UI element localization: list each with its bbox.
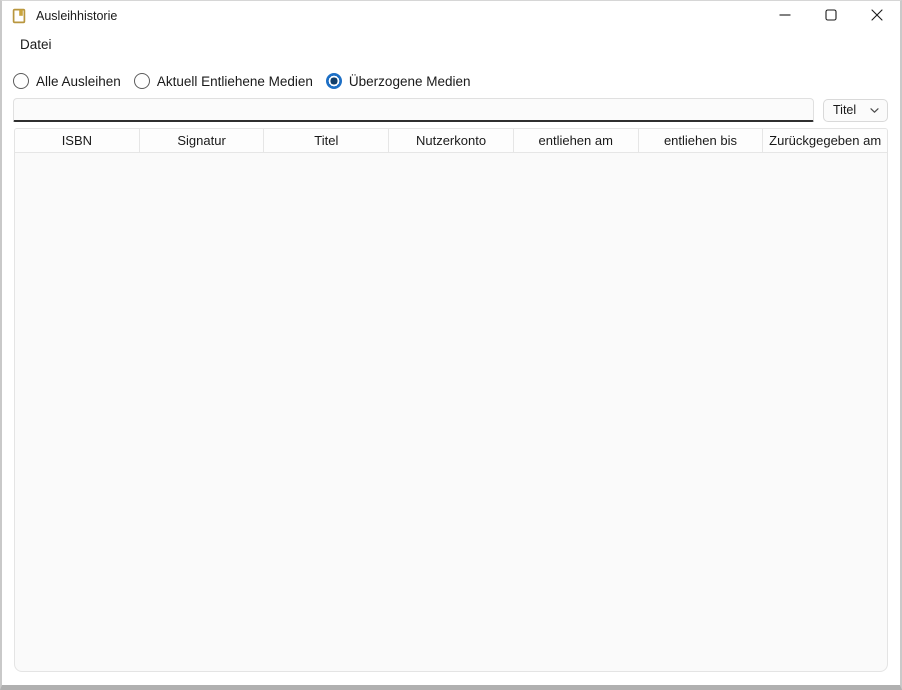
column-header-entliehen-am[interactable]: entliehen am [514,129,639,152]
close-button[interactable] [854,1,900,31]
column-header-zurueckgegeben-am[interactable]: Zurückgegeben am [763,129,887,152]
window-controls [762,1,900,31]
radio-label: Überzogene Medien [349,74,471,89]
column-header-isbn[interactable]: ISBN [15,129,140,152]
app-window: Ausleihhistorie Datei [0,0,902,690]
search-input[interactable] [13,98,814,122]
loan-history-table: ISBN Signatur Titel Nutzerkonto entliehe… [14,128,888,672]
radio-circle-icon[interactable] [13,73,29,89]
minimize-icon [779,9,791,24]
sort-field-selected-value: Titel [833,103,856,117]
minimize-button[interactable] [762,1,808,31]
radio-ueberzogene-medien[interactable]: Überzogene Medien [326,73,471,89]
sort-field-dropdown[interactable]: Titel [823,99,888,122]
radio-label: Alle Ausleihen [36,74,121,89]
filter-radio-group: Alle Ausleihen Aktuell Entliehene Medien… [13,71,900,91]
table-header-row: ISBN Signatur Titel Nutzerkonto entliehe… [15,129,887,153]
column-header-titel[interactable]: Titel [264,129,389,152]
radio-label: Aktuell Entliehene Medien [157,74,313,89]
maximize-button[interactable] [808,1,854,31]
radio-aktuell-entliehene-medien[interactable]: Aktuell Entliehene Medien [134,73,313,89]
menu-item-datei[interactable]: Datei [11,34,61,55]
window-title: Ausleihhistorie [36,9,117,23]
search-row: Titel [13,98,888,122]
chevron-down-icon [869,105,880,116]
column-header-signatur[interactable]: Signatur [140,129,265,152]
column-header-nutzerkonto[interactable]: Nutzerkonto [389,129,514,152]
maximize-icon [825,9,837,24]
radio-circle-icon[interactable] [134,73,150,89]
radio-alle-ausleihen[interactable]: Alle Ausleihen [13,73,121,89]
menubar: Datei [2,31,900,58]
book-icon [11,8,27,24]
close-icon [871,9,883,24]
radio-circle-icon[interactable] [326,73,342,89]
table-body-empty [15,153,887,671]
column-header-entliehen-bis[interactable]: entliehen bis [639,129,764,152]
titlebar: Ausleihhistorie [2,1,900,31]
